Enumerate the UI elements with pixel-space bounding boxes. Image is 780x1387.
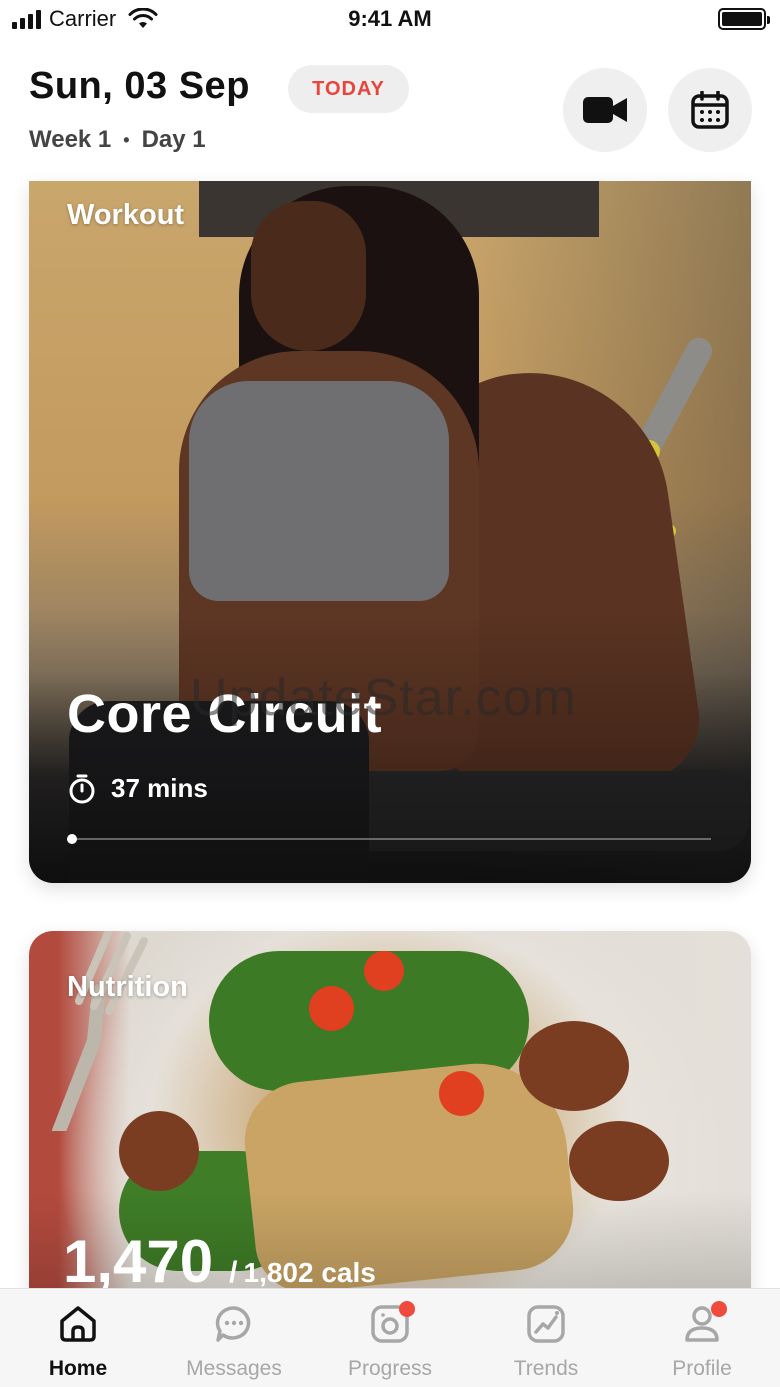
- user-icon: [681, 1301, 727, 1345]
- tomato: [364, 951, 404, 991]
- workout-label: Workout: [67, 199, 185, 231]
- stopwatch-icon: [69, 774, 95, 803]
- duration-text: 37 mins: [111, 773, 208, 803]
- notification-badge: [399, 1301, 415, 1317]
- tab-progress[interactable]: Progress: [312, 1289, 468, 1387]
- fork-image: [52, 931, 148, 1131]
- nutrition-label: Nutrition: [67, 971, 188, 1003]
- week-label: Week 1: [29, 126, 112, 153]
- battery-icon: [718, 8, 770, 30]
- tomato: [309, 986, 354, 1031]
- week-day-info: Week 1 • Day 1: [29, 126, 206, 154]
- current-date: Sun, 03 Sep: [29, 65, 250, 107]
- mushroom: [119, 1111, 199, 1191]
- tab-home[interactable]: Home: [0, 1289, 156, 1387]
- calorie-separator: /: [229, 1256, 238, 1289]
- workout-duration: 37 mins: [67, 773, 208, 804]
- card-gradient-overlay: [29, 611, 751, 883]
- day-label: Day 1: [141, 126, 206, 153]
- calendar-icon: [691, 91, 729, 129]
- workout-progress-track: [67, 838, 711, 840]
- tab-label: Trends: [513, 1357, 579, 1380]
- tab-label: Profile: [672, 1357, 732, 1380]
- chat-bubble-icon: [213, 1303, 255, 1345]
- workout-title: Core Circuit: [67, 684, 383, 744]
- today-button[interactable]: TODAY: [288, 65, 409, 113]
- calendar-button[interactable]: [668, 68, 752, 152]
- workout-card[interactable]: Workout Core Circuit 37 mins: [29, 181, 751, 883]
- tab-label: Messages: [186, 1357, 282, 1380]
- trend-chart-icon: [525, 1303, 567, 1345]
- home-icon: [57, 1303, 99, 1345]
- status-time: 9:41 AM: [348, 6, 432, 31]
- mushroom: [569, 1121, 669, 1201]
- tab-label: Home: [48, 1357, 108, 1380]
- athlete-face: [251, 201, 366, 351]
- tab-label: Progress: [347, 1357, 433, 1380]
- tab-trends[interactable]: Trends: [468, 1289, 624, 1387]
- bottom-tab-bar: Home Messages Progress Trends Profile: [0, 1288, 780, 1387]
- workout-progress-indicator: [67, 834, 77, 844]
- tomato: [439, 1071, 484, 1116]
- calorie-summary: 1,470 / 1,802 cals: [63, 1227, 376, 1296]
- day-header: Sun, 03 Sep TODAY Week 1 • Day 1: [0, 60, 780, 170]
- mushroom: [519, 1021, 629, 1111]
- camera-progress-icon: [369, 1301, 415, 1345]
- status-bar: Carrier 9:41 AM: [0, 0, 780, 40]
- video-button[interactable]: [563, 68, 647, 152]
- calories-consumed: 1,470: [63, 1228, 214, 1295]
- athlete-top: [189, 381, 449, 601]
- video-camera-icon: [583, 97, 627, 123]
- notification-badge: [711, 1301, 727, 1317]
- separator-dot: •: [123, 129, 130, 150]
- tab-messages[interactable]: Messages: [156, 1289, 312, 1387]
- tab-profile[interactable]: Profile: [624, 1289, 780, 1387]
- calories-target: 1,802 cals: [243, 1257, 376, 1288]
